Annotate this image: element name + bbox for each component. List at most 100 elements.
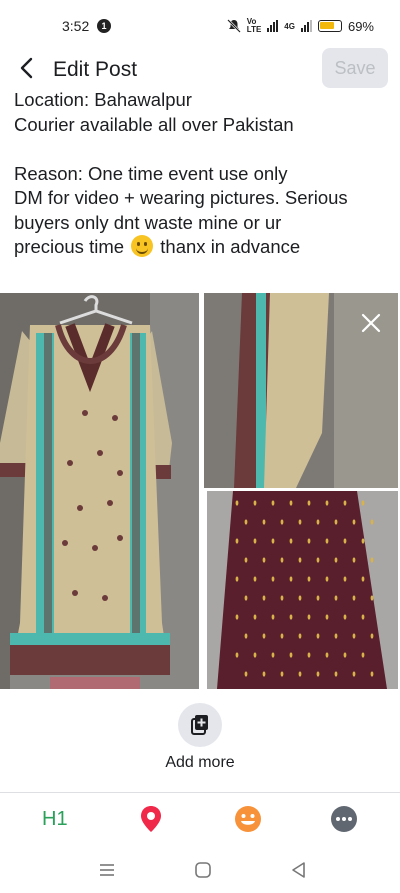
battery-percent: 69% — [347, 18, 374, 34]
fabric-dot — [298, 595, 302, 601]
fabric-dot — [307, 538, 311, 544]
close-icon[interactable] — [360, 312, 382, 334]
fabric-dot — [325, 500, 329, 506]
fabric-dot — [271, 576, 275, 582]
fabric-dot — [307, 614, 311, 620]
smiley-emoji-icon — [131, 235, 154, 257]
fabric-dot — [325, 652, 329, 658]
post-text-segment: thanx in advance — [160, 236, 301, 257]
home-icon[interactable] — [193, 860, 213, 880]
signal-icon-2 — [300, 20, 312, 32]
fabric-dot — [325, 576, 329, 582]
fabric-dot — [316, 557, 320, 563]
fabric-dot — [244, 633, 248, 639]
network-label: 4G — [284, 21, 295, 31]
post-line: buyers only dnt waste mine or ur — [14, 211, 282, 233]
fabric-dot — [361, 652, 365, 658]
fabric-dot — [307, 652, 311, 658]
fabric-dot — [343, 576, 347, 582]
save-button[interactable]: Save — [322, 48, 388, 88]
status-time: 3:52 — [62, 18, 90, 34]
signal-icon — [267, 20, 279, 32]
fabric-dot — [244, 519, 248, 525]
volte-icon: Vo LTE — [246, 17, 262, 34]
fabric-dot — [235, 538, 239, 544]
fabric-dot — [280, 671, 284, 677]
emoji-icon[interactable] — [232, 803, 264, 835]
fabric-dot — [361, 500, 365, 506]
fabric-dot — [352, 671, 356, 677]
fabric-dot — [271, 614, 275, 620]
post-line: Reason: One time event use only — [14, 162, 288, 184]
fabric-dot — [235, 652, 239, 658]
fabric-dot — [352, 519, 356, 525]
fabric-dot — [244, 557, 248, 563]
post-text-field[interactable]: Location: Bahawalpur Courier available a… — [14, 88, 394, 260]
fabric-dot — [289, 614, 293, 620]
fabric-dot — [253, 614, 257, 620]
fabric-dot — [235, 500, 239, 506]
fabric-dot — [280, 595, 284, 601]
fabric-dot — [361, 576, 365, 582]
notification-badge: 1 — [97, 19, 111, 33]
fabric-dot — [244, 595, 248, 601]
fabric-dot — [370, 633, 374, 639]
back-nav-icon[interactable] — [289, 860, 309, 880]
post-line-last: precious time thanx in advance — [14, 235, 394, 260]
fabric-dot — [307, 500, 311, 506]
fabric-dot — [289, 500, 293, 506]
back-arrow-icon[interactable] — [14, 54, 42, 82]
dress-fabric-photo[interactable] — [207, 491, 398, 689]
fabric-dot — [316, 633, 320, 639]
system-nav-bar — [0, 848, 400, 893]
battery-icon — [317, 20, 342, 32]
fabric-dot — [325, 614, 329, 620]
fabric-dot — [280, 557, 284, 563]
fabric-dot — [262, 595, 266, 601]
fabric-dot — [352, 633, 356, 639]
fabric-dot — [298, 633, 302, 639]
fabric-dot — [271, 538, 275, 544]
dress-front-illustration — [0, 293, 199, 689]
more-options-icon[interactable] — [328, 803, 360, 835]
header: Edit Post Save — [0, 48, 400, 90]
fabric-dot — [289, 576, 293, 582]
page-title: Edit Post — [53, 58, 138, 81]
fabric-dot — [289, 652, 293, 658]
heading-button[interactable]: H1 — [42, 803, 74, 835]
add-more-button[interactable] — [178, 703, 222, 747]
fabric-dot — [298, 519, 302, 525]
fabric-dot — [343, 538, 347, 544]
fabric-dot — [235, 614, 239, 620]
fabric-dot — [334, 671, 338, 677]
fabric-dot — [244, 671, 248, 677]
fabric-dot — [361, 538, 365, 544]
fabric-dot — [316, 519, 320, 525]
fabric-dot — [271, 500, 275, 506]
dress-front-photo[interactable] — [0, 293, 199, 689]
fabric-dot — [325, 538, 329, 544]
location-icon[interactable] — [135, 803, 167, 835]
fabric-dot — [316, 595, 320, 601]
fabric-dot — [289, 538, 293, 544]
fabric-dot — [262, 519, 266, 525]
fabric-dot — [280, 519, 284, 525]
status-bar: 3:52 1 Vo LTE 4G 69% — [0, 0, 400, 50]
composer-toolbar: H1 — [0, 792, 400, 846]
fabric-dot — [298, 671, 302, 677]
fabric-dot — [343, 500, 347, 506]
fabric-dot — [235, 576, 239, 582]
fabric-dot — [253, 576, 257, 582]
post-line: Location: Bahawalpur — [14, 89, 192, 110]
add-photo-icon — [191, 715, 208, 735]
fabric-dot — [271, 652, 275, 658]
fabric-dot — [370, 519, 374, 525]
post-text-segment: precious time — [14, 236, 125, 257]
status-icons: Vo LTE 4G 69% — [226, 16, 374, 36]
fabric-dot — [370, 671, 374, 677]
post-line: DM for video + wearing pictures. Serious — [14, 187, 348, 208]
fabric-dot — [370, 595, 374, 601]
recent-apps-icon[interactable] — [97, 860, 117, 880]
fabric-dot — [334, 557, 338, 563]
